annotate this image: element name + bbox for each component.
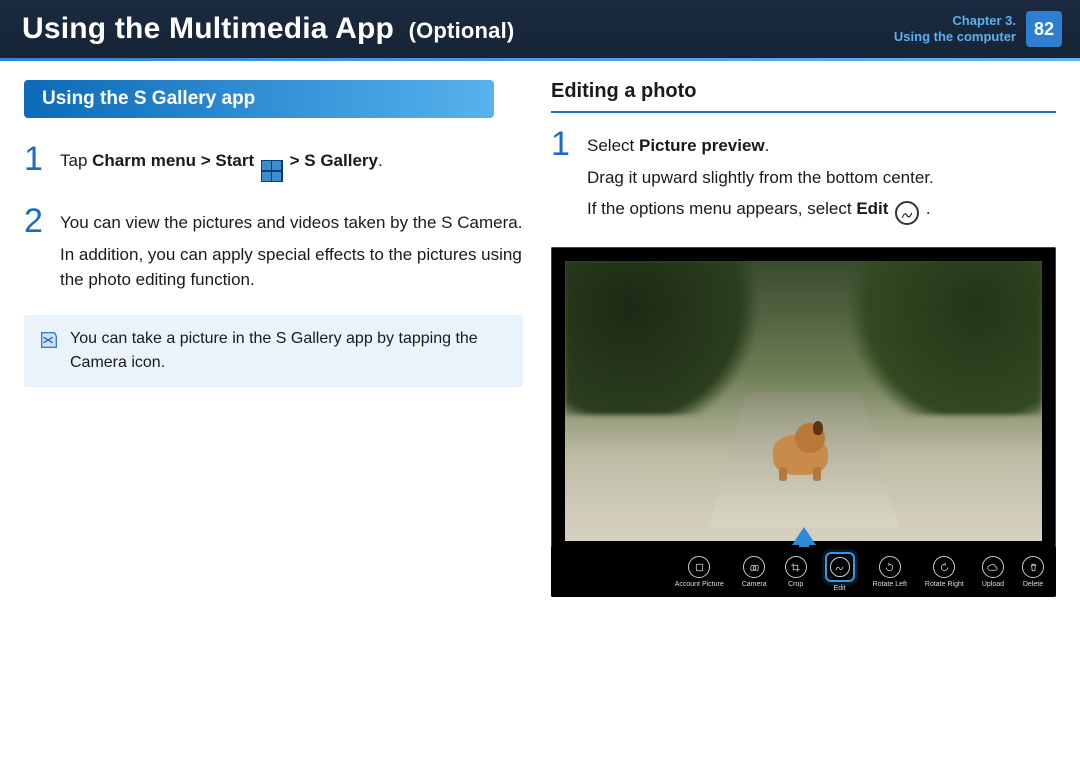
note-text: You can take a picture in the S Gallery … (70, 327, 509, 375)
right-heading: Editing a photo (551, 80, 1056, 113)
windows-start-icon (261, 160, 283, 182)
right-column: Editing a photo 1 Select Picture preview… (551, 80, 1056, 597)
tool-camera[interactable]: Camera (742, 556, 767, 588)
page-header: Using the Multimedia App (Optional) Chap… (0, 0, 1080, 58)
tool-rotate-right[interactable]: Rotate Right (925, 556, 964, 588)
note-icon (38, 329, 60, 351)
title-optional: (Optional) (409, 18, 515, 43)
page-number-badge: 82 (1026, 11, 1062, 47)
rotate-right-icon (939, 562, 950, 573)
step-body: Tap Charm menu > Start > S Gallery. (60, 142, 383, 182)
tool-delete[interactable]: Delete (1022, 556, 1044, 588)
tool-account-picture[interactable]: Account Picture (675, 556, 724, 588)
step-number: 2 (24, 204, 48, 293)
account-picture-icon (694, 562, 705, 573)
right-step1-line2: Drag it upward slightly from the bottom … (587, 165, 934, 191)
photo-viewport[interactable] (565, 261, 1042, 541)
step-2: 2 You can view the pictures and videos t… (24, 204, 523, 293)
section-heading-pill: Using the S Gallery app (24, 80, 494, 118)
delete-icon (1028, 562, 1039, 573)
step-number: 1 (551, 127, 575, 225)
edit-tool-icon (834, 562, 845, 573)
step-number: 1 (24, 142, 48, 182)
app-screenshot: Account Picture Camera Crop Edit (551, 247, 1056, 597)
header-right: Chapter 3. Using the computer 82 (894, 11, 1062, 47)
right-step1-line3: If the options menu appears, select Edit… (587, 196, 934, 225)
left-column: Using the S Gallery app 1 Tap Charm menu… (24, 80, 523, 597)
right-step1-line1: Select Picture preview. (587, 133, 934, 159)
tool-edit[interactable]: Edit (825, 552, 855, 592)
chapter-line-2: Using the computer (894, 29, 1016, 45)
crop-icon (790, 562, 801, 573)
camera-icon (749, 562, 760, 573)
step-body: Select Picture preview. Drag it upward s… (587, 127, 934, 225)
step-body: You can view the pictures and videos tak… (60, 204, 523, 293)
photo-toolbar: Account Picture Camera Crop Edit (551, 547, 1056, 597)
photo-subject-dog (765, 423, 835, 478)
chapter-info: Chapter 3. Using the computer (894, 13, 1016, 46)
upload-icon (987, 562, 998, 573)
page-body: Using the S Gallery app 1 Tap Charm menu… (0, 58, 1080, 597)
page-title: Using the Multimedia App (Optional) (22, 12, 514, 46)
note-box: You can take a picture in the S Gallery … (24, 315, 523, 387)
right-step-1: 1 Select Picture preview. Drag it upward… (551, 127, 1056, 225)
rotate-left-icon (884, 562, 895, 573)
tool-upload[interactable]: Upload (982, 556, 1004, 588)
step-1-text: Tap Charm menu > Start > S Gallery. (60, 148, 383, 182)
step-2-line-1: You can view the pictures and videos tak… (60, 210, 523, 236)
title-main: Using the Multimedia App (22, 12, 394, 45)
step-1: 1 Tap Charm menu > Start > S Gallery. (24, 142, 523, 182)
chapter-line-1: Chapter 3. (894, 13, 1016, 29)
tool-crop[interactable]: Crop (785, 556, 807, 588)
step-2-line-2: In addition, you can apply special effec… (60, 242, 523, 293)
left-steps: 1 Tap Charm menu > Start > S Gallery. 2 … (24, 142, 523, 387)
tool-rotate-left[interactable]: Rotate Left (873, 556, 907, 588)
edit-icon (895, 201, 919, 225)
